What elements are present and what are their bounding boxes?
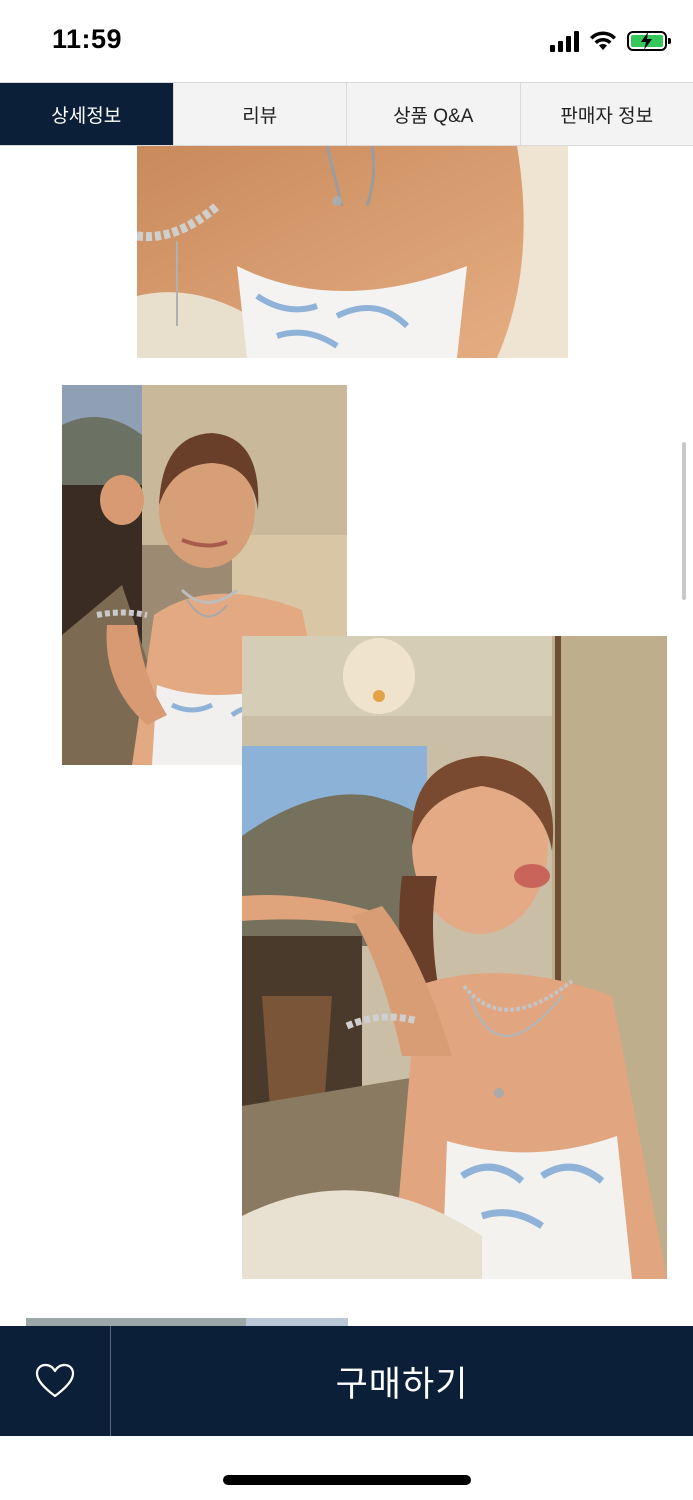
- scroll-indicator[interactable]: [682, 442, 686, 600]
- status-icons: [550, 30, 671, 52]
- product-tabs: 상세정보 리뷰 상품 Q&A 판매자 정보: [0, 82, 693, 146]
- product-photo-1: [137, 146, 568, 358]
- home-indicator[interactable]: [223, 1475, 471, 1485]
- product-photo-3: [242, 636, 667, 1279]
- battery-icon: [627, 31, 671, 51]
- tab-qna[interactable]: 상품 Q&A: [347, 83, 521, 145]
- purchase-bar: 구매하기: [0, 1326, 693, 1436]
- product-photo-4: [26, 1318, 348, 1326]
- wifi-icon: [590, 31, 616, 50]
- buy-button[interactable]: 구매하기: [111, 1326, 693, 1436]
- tab-reviews[interactable]: 리뷰: [173, 83, 347, 145]
- status-bar: 11:59: [0, 0, 693, 82]
- tab-seller-info[interactable]: 판매자 정보: [520, 83, 693, 145]
- heart-icon: [35, 1363, 75, 1398]
- status-time: 11:59: [52, 24, 123, 54]
- wishlist-button[interactable]: [0, 1326, 111, 1436]
- signal-icon: [550, 30, 579, 52]
- tab-details[interactable]: 상세정보: [0, 83, 174, 145]
- home-area: [0, 1436, 693, 1500]
